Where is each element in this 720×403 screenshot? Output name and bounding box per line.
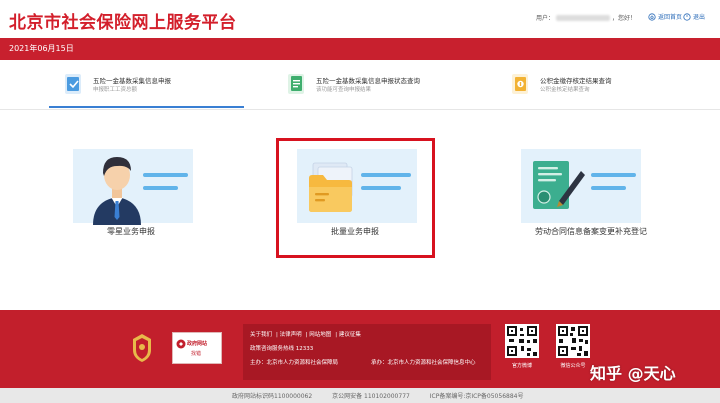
watermark: 知乎 @天心 (590, 364, 676, 383)
contract-icon (533, 161, 585, 209)
user-prefix: 用户： (536, 15, 555, 22)
logout-link-label: 退出 (693, 14, 706, 21)
bottom-bar: 政府网站标识码1100000062 京公网安备 110102000777 ICP… (0, 388, 720, 403)
declaration-icon (65, 74, 81, 94)
current-date: 2021年06月15日 (9, 44, 74, 53)
gov-site-error-badge[interactable]: 政府网站 找错 (172, 332, 222, 364)
icp-record: ICP备案编号:京ICP备05056884号 (429, 393, 524, 400)
footer-info: 关于我们 | 法律声明 | 网站地图 | 建议征集 政策咨询服务热线 12333 主办… (243, 324, 491, 380)
weibo-qr-code (505, 324, 539, 358)
user-suffix: ，您好！ (612, 15, 637, 22)
qr-code-icon (507, 326, 537, 356)
gov-site-code: 政府网站标识码1100000062 (232, 393, 313, 400)
active-tab-indicator (49, 106, 244, 108)
police-record: 京公网安备 110102000777 (332, 393, 410, 400)
gov-badge-line2: 找错 (191, 351, 202, 357)
party-emblem-icon (133, 334, 151, 362)
function-tabs: 五险一金基数采集信息申报 申报职工工资总额 五险一金基数采集信息申报状态查询 该… (0, 60, 720, 110)
operator: 承办：北京市人力资源和社会保障信息中心 (371, 360, 476, 366)
gov-badge-icon (176, 339, 186, 349)
decoration-bar (591, 173, 636, 177)
decoration-bar (143, 173, 188, 177)
status-query-icon (288, 74, 304, 94)
logout-link[interactable]: 退出 (683, 12, 705, 21)
footer-link-sitemap[interactable]: 网站地图 (309, 332, 331, 338)
page: 北京市社会保险网上服务平台 用户： ，您好！ 返回首页 退出 2021年06月1… (0, 0, 720, 403)
registration-info: 政府网站标识码1100000062 京公网安备 110102000777 ICP… (232, 391, 541, 400)
gov-badge-line1: 政府网站 (187, 341, 208, 347)
qr-code-icon (558, 326, 588, 356)
user-greeting: 用户： ，您好！ (536, 13, 636, 22)
qr-label-weibo: 官方微博 (511, 363, 532, 369)
tab-subtitle: 公积金核定结果查询 (540, 87, 590, 93)
date-bar: 2021年06月15日 (0, 38, 720, 60)
decoration-bar (143, 186, 178, 190)
footer-links: 关于我们 | 法律声明 | 网站地图 | 建议征集 (250, 332, 361, 338)
footer-link-suggestion[interactable]: 建议征集 (339, 332, 361, 338)
tab-title: 五险一金基数采集信息申报 (93, 77, 171, 85)
card-single-declaration[interactable]: 零星业务申报 (73, 143, 223, 253)
tab-subtitle: 该功能可查询申报结果 (316, 87, 372, 93)
logout-icon (683, 12, 691, 21)
highlight-annotation (276, 138, 435, 258)
site-title: 北京市社会保险网上服务平台 (9, 13, 237, 33)
fund-query-icon (512, 74, 528, 94)
card-label: 劳动合同信息备案变更补充登记 (535, 227, 647, 236)
user-name-redacted (556, 14, 611, 21)
hotline: 政策咨询服务热线 12333 (250, 346, 314, 352)
home-icon (648, 12, 656, 21)
sponsor: 主办：北京市人力资源和社会保障局 (250, 360, 339, 366)
header: 北京市社会保险网上服务平台 用户： ，您好！ 返回首页 退出 (0, 0, 720, 38)
footer-link-about[interactable]: 关于我们 (250, 332, 272, 338)
wechat-qr-code (556, 324, 590, 358)
card-label: 零星业务申报 (107, 227, 155, 236)
card-contract-registration[interactable]: 劳动合同信息备案变更补充登记 (521, 143, 671, 253)
home-link[interactable]: 返回首页 (648, 12, 682, 21)
tab-title: 公积金缴存核定结果查询 (540, 77, 612, 85)
tab-title: 五险一金基数采集信息申报状态查询 (316, 77, 420, 85)
tab-subtitle: 申报职工工资总额 (93, 87, 138, 93)
qr-label-wechat: 微信公众号 (560, 363, 586, 369)
home-link-label: 返回首页 (658, 14, 683, 21)
footer-link-legal[interactable]: 法律声明 (280, 332, 302, 338)
person-icon (93, 157, 141, 225)
decoration-bar (591, 186, 626, 190)
